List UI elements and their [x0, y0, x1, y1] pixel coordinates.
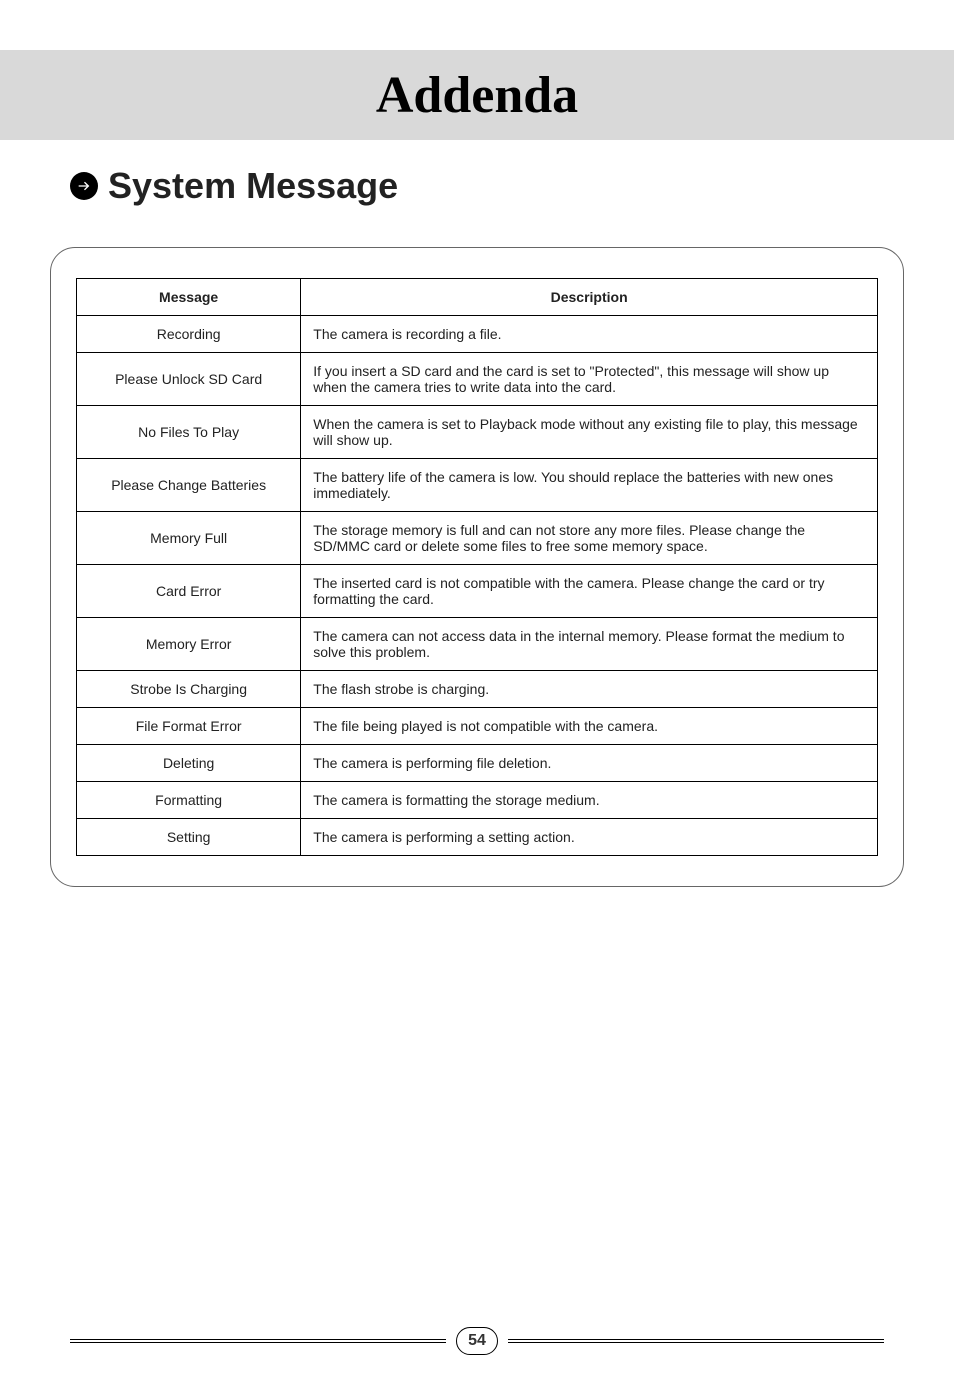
title-banner: Addenda: [0, 50, 954, 140]
desc-cell: The inserted card is not compatible with…: [301, 565, 878, 618]
table-panel: Message Description RecordingThe camera …: [50, 247, 904, 887]
msg-cell: File Format Error: [77, 708, 301, 745]
table-row: Strobe Is ChargingThe flash strobe is ch…: [77, 671, 878, 708]
msg-cell: Deleting: [77, 745, 301, 782]
message-table: Message Description RecordingThe camera …: [76, 278, 878, 856]
desc-cell: The storage memory is full and can not s…: [301, 512, 878, 565]
footer-rule-left: [70, 1339, 446, 1343]
col-header-description: Description: [301, 279, 878, 316]
page-number: 54: [456, 1327, 498, 1355]
page-title: Addenda: [376, 66, 578, 125]
msg-cell: Card Error: [77, 565, 301, 618]
table-row: Memory FullThe storage memory is full an…: [77, 512, 878, 565]
section-title-text: System Message: [108, 165, 398, 207]
table-row: DeletingThe camera is performing file de…: [77, 745, 878, 782]
table-row: RecordingThe camera is recording a file.: [77, 316, 878, 353]
table-row: File Format ErrorThe file being played i…: [77, 708, 878, 745]
msg-cell: Recording: [77, 316, 301, 353]
desc-cell: The flash strobe is charging.: [301, 671, 878, 708]
desc-cell: The camera can not access data in the in…: [301, 618, 878, 671]
desc-cell: The camera is formatting the storage med…: [301, 782, 878, 819]
desc-cell: The camera is performing a setting actio…: [301, 819, 878, 856]
msg-cell: Memory Full: [77, 512, 301, 565]
footer-rule-right: [508, 1339, 884, 1343]
table-row: FormattingThe camera is formatting the s…: [77, 782, 878, 819]
desc-cell: The camera is performing file deletion.: [301, 745, 878, 782]
msg-cell: Memory Error: [77, 618, 301, 671]
msg-cell: Formatting: [77, 782, 301, 819]
col-header-message: Message: [77, 279, 301, 316]
msg-cell: No Files To Play: [77, 406, 301, 459]
desc-cell: If you insert a SD card and the card is …: [301, 353, 878, 406]
desc-cell: The file being played is not compatible …: [301, 708, 878, 745]
table-row: Please Change BatteriesThe battery life …: [77, 459, 878, 512]
msg-cell: Please Unlock SD Card: [77, 353, 301, 406]
table-row: No Files To PlayWhen the camera is set t…: [77, 406, 878, 459]
table-header-row: Message Description: [77, 279, 878, 316]
table-row: Card ErrorThe inserted card is not compa…: [77, 565, 878, 618]
desc-cell: The camera is recording a file.: [301, 316, 878, 353]
msg-cell: Strobe Is Charging: [77, 671, 301, 708]
msg-cell: Please Change Batteries: [77, 459, 301, 512]
table-row: SettingThe camera is performing a settin…: [77, 819, 878, 856]
desc-cell: The battery life of the camera is low. Y…: [301, 459, 878, 512]
arrow-right-circle-icon: [70, 172, 98, 200]
desc-cell: When the camera is set to Playback mode …: [301, 406, 878, 459]
table-row: Memory ErrorThe camera can not access da…: [77, 618, 878, 671]
page-footer: 54: [0, 1327, 954, 1355]
section-heading: System Message: [70, 165, 954, 207]
table-row: Please Unlock SD CardIf you insert a SD …: [77, 353, 878, 406]
msg-cell: Setting: [77, 819, 301, 856]
